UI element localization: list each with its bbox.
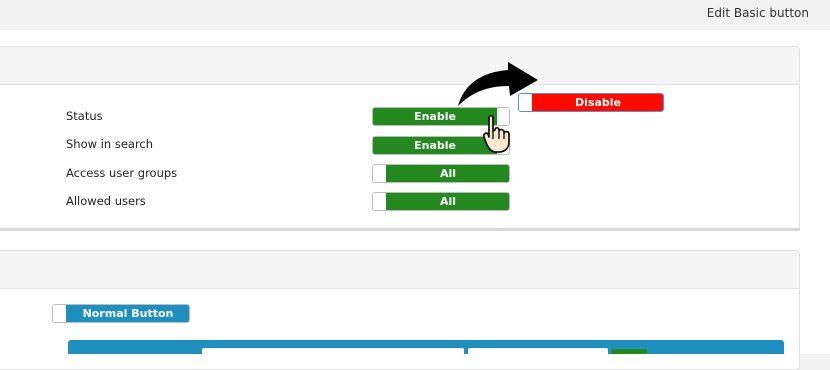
access-user-groups-toggle-state: All (386, 165, 509, 182)
show-in-search-toggle-state: Enable (373, 137, 497, 154)
allowed-users-toggle-state: All (386, 193, 509, 210)
normal-button-toggle[interactable]: Normal Button (52, 304, 190, 323)
toggle-knob (53, 305, 66, 322)
button-panel-header (0, 251, 799, 289)
access-user-groups-label: Access user groups (66, 166, 178, 180)
disabled-status-preview-state: Disable (532, 94, 663, 111)
text-field[interactable] (468, 348, 608, 354)
settings-panel-header (0, 47, 799, 85)
page-title: Edit Basic button (706, 6, 809, 20)
allowed-users-toggle[interactable]: All (372, 192, 510, 211)
action-button[interactable] (611, 349, 647, 354)
text-field[interactable] (202, 348, 464, 354)
panel-divider (0, 228, 800, 231)
curved-arrow-icon (458, 62, 538, 106)
hand-pointer-icon (483, 114, 510, 153)
show-in-search-label: Show in search (66, 137, 154, 151)
toggle-knob (373, 165, 386, 182)
toggle-knob (373, 193, 386, 210)
normal-button-label: Normal Button (66, 305, 189, 322)
access-user-groups-toggle[interactable]: All (372, 164, 510, 183)
status-label: Status (66, 109, 103, 123)
allowed-users-label: Allowed users (66, 194, 146, 208)
top-bar: Edit Basic button (0, 0, 830, 30)
